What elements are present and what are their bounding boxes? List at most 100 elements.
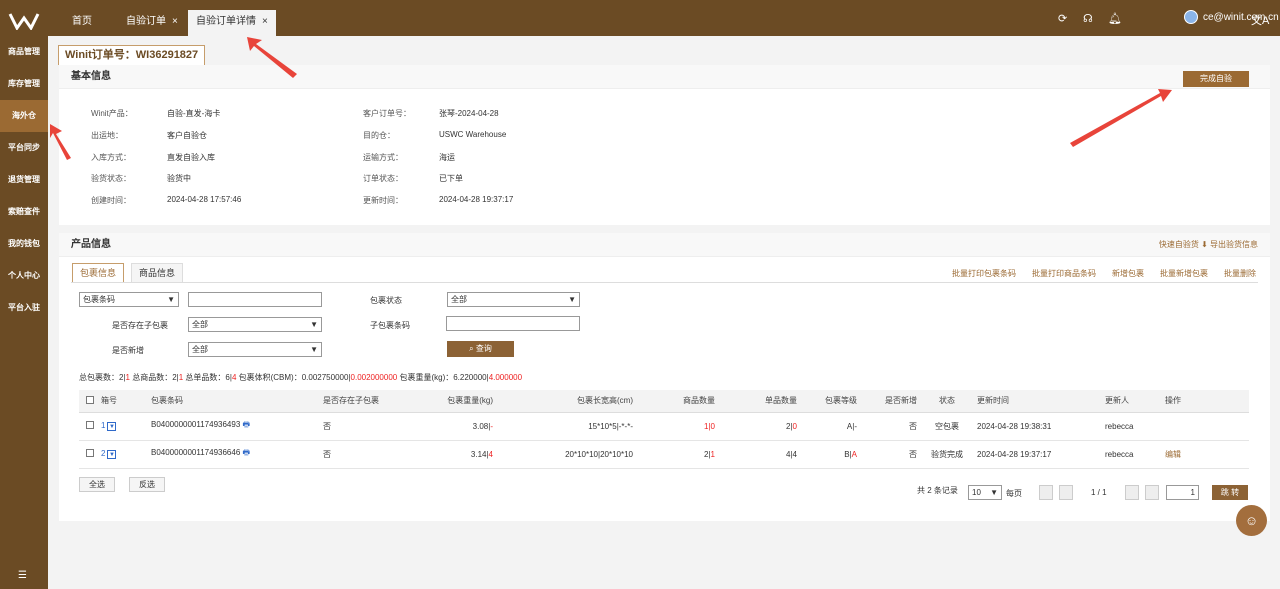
select-all-checkbox[interactable] <box>86 395 94 404</box>
sidebar-item-profile[interactable]: 个人中心 <box>0 260 48 292</box>
col-status: 状态 <box>917 390 977 413</box>
barcode-input[interactable] <box>188 292 322 307</box>
support-chat-icon[interactable]: ☺ <box>1236 505 1267 536</box>
edit-link[interactable]: 编辑 <box>1165 440 1249 469</box>
dims-value: 20*10*10|20*10*10 <box>493 440 633 469</box>
page-input[interactable]: 1 <box>1166 485 1199 500</box>
batch-print-package-barcode[interactable]: 批量打印包裹条码 <box>952 268 1016 279</box>
box-number-link[interactable]: 1 <box>101 421 105 430</box>
expand-icon[interactable]: ▼ <box>107 449 117 459</box>
is-new-select[interactable]: 全部 ▼ <box>188 342 322 357</box>
per-page-select[interactable]: 10 ▼ <box>968 485 1002 500</box>
info-product: Winit产品： <box>91 109 133 118</box>
is-new-value: 否 <box>857 412 917 441</box>
batch-print-goods-barcode[interactable]: 批量打印商品条码 <box>1032 268 1096 279</box>
quick-check-link[interactable]: 快速自验货 <box>1159 240 1199 249</box>
info-customer-order-value: 张琴-2024-04-28 <box>439 109 499 118</box>
page-indicator: 1 / 1 <box>1091 488 1107 497</box>
order-number-tab: Winit订单号：WI36291827 <box>58 45 206 65</box>
add-package-button[interactable]: 新增包裹 <box>1112 268 1144 279</box>
tab-package-info[interactable]: 包裹信息 <box>72 263 125 283</box>
col-is-new: 是否新增 <box>857 390 917 413</box>
prev-page-button[interactable] <box>1059 485 1073 500</box>
tab-home[interactable]: 首页 <box>64 10 100 36</box>
jump-button[interactable]: 跳 转 <box>1212 485 1248 500</box>
export-icon: ⬇ <box>1201 240 1208 249</box>
divider <box>71 282 1258 283</box>
chevron-down-icon: ▼ <box>990 488 998 497</box>
has-sub-package-select[interactable]: 全部 ▼ <box>188 317 322 332</box>
row-checkbox[interactable] <box>86 421 94 429</box>
sidebar-item-overseas-warehouse[interactable]: 海外仓 <box>0 100 48 132</box>
package-summary: 总包裹数：2|1 总商品数：2|1 总单品数：6|4 包裹体积(CBM)：0.0… <box>79 373 523 382</box>
sidebar-item-products[interactable]: 商品管理 <box>0 36 48 68</box>
select-all-button[interactable]: 全选 <box>79 477 115 492</box>
print-icon[interactable]: 🖶︎ <box>243 420 251 429</box>
col-weight: 包裹重量(kg) <box>423 390 493 413</box>
sub-barcode-input[interactable] <box>446 316 580 331</box>
product-info-panel: 产品信息 快速自验货 ⬇ 导出验货信息 包裹信息 商品信息 批量打印包裹条码 批… <box>59 233 1270 521</box>
tab-self-check-orders[interactable]: 首页自验订单× <box>118 10 186 36</box>
info-inbound: 入库方式： <box>91 153 131 162</box>
close-icon[interactable]: × <box>172 16 178 27</box>
sidebar-item-wallet[interactable]: 我的钱包 <box>0 228 48 260</box>
refresh-icon[interactable]: ⟳ <box>1058 12 1067 25</box>
info-check-status: 验货状态： <box>91 174 131 183</box>
info-order-status-value: 已下单 <box>439 174 463 183</box>
search-button[interactable]: ⌕ 查询 <box>447 341 514 357</box>
row-checkbox[interactable] <box>86 449 94 457</box>
table-row: 2 ▼ B0400000001174936646 🖶︎ 否 3.14|4 20*1… <box>79 440 1249 469</box>
per-page-label: 每页 <box>1006 489 1022 498</box>
batch-delete-button[interactable]: 批量删除 <box>1224 268 1256 279</box>
tab-self-check-order-detail[interactable]: 自验订单详情 × <box>188 10 276 36</box>
status-value: 验货完成 <box>917 440 977 469</box>
info-order-status: 订单状态： <box>363 174 403 183</box>
pagination: 共 2 条记录 <box>917 485 958 496</box>
package-table: 箱号 包裹条码 是否存在子包裹 包裹重量(kg) 包裹长宽高(cm) 商品数量 … <box>79 390 1249 469</box>
is-new-value: 否 <box>857 440 917 469</box>
bell-icon[interactable]: 🔔︎ <box>1108 12 1122 25</box>
info-created-value: 2024-04-28 17:57:46 <box>167 195 242 204</box>
row-action[interactable] <box>1165 412 1249 441</box>
first-page-button[interactable] <box>1039 485 1053 500</box>
box-number-link[interactable]: 2 <box>101 449 105 458</box>
col-updater: 更新人 <box>1105 390 1165 413</box>
sidebar-item-returns[interactable]: 退货管理 <box>0 164 48 196</box>
complete-check-button[interactable]: 完成自验 <box>1183 71 1249 87</box>
updated-value: 2024-04-28 19:38:31 <box>977 412 1105 441</box>
col-box: 箱号 <box>101 390 151 413</box>
last-page-button[interactable] <box>1145 485 1159 500</box>
expand-icon[interactable]: ▼ <box>107 421 117 431</box>
close-icon[interactable]: × <box>262 16 268 27</box>
invert-selection-button[interactable]: 反选 <box>129 477 165 492</box>
updated-value: 2024-04-28 19:37:17 <box>977 440 1105 469</box>
translate-icon[interactable]: 文A <box>1251 12 1269 28</box>
barcode-type-select[interactable]: 包裹条码 ▼ <box>79 292 179 307</box>
info-updated-value: 2024-04-28 19:37:17 <box>439 195 514 204</box>
app-root: 商品管理 库存管理 海外仓 平台同步 退货管理 索赔查件 我的钱包 个人中心 平… <box>0 0 1280 589</box>
winit-logo <box>8 13 40 30</box>
headset-icon[interactable]: ☊ <box>1083 12 1093 25</box>
print-icon[interactable]: 🖶︎ <box>243 448 251 457</box>
sidebar-item-platform-join[interactable]: 平台入驻 <box>0 292 48 324</box>
has-sub-value: 否 <box>323 440 423 469</box>
sidebar: 商品管理 库存管理 海外仓 平台同步 退货管理 索赔查件 我的钱包 个人中心 平… <box>0 0 48 589</box>
col-updated: 更新时间 <box>977 390 1105 413</box>
info-updated: 更新时间： <box>363 196 403 205</box>
sidebar-item-claims[interactable]: 索赔查件 <box>0 196 48 228</box>
sidebar-item-inventory[interactable]: 库存管理 <box>0 68 48 100</box>
package-barcode: B0400000001174936646 <box>151 448 241 457</box>
col-grade: 包裹等级 <box>797 390 857 413</box>
export-check-info-link[interactable]: 导出验货信息 <box>1210 240 1258 249</box>
package-status-select[interactable]: 全部 ▼ <box>447 292 580 307</box>
basic-info-title: 基本信息 <box>59 65 1270 89</box>
table-header: 箱号 包裹条码 是否存在子包裹 包裹重量(kg) 包裹长宽高(cm) 商品数量 … <box>79 390 1249 413</box>
sub-barcode-label: 子包裹条码 <box>370 321 410 330</box>
menu-collapse-icon[interactable]: ☰ <box>18 570 27 581</box>
info-created: 创建时间： <box>91 196 131 205</box>
next-page-button[interactable] <box>1125 485 1139 500</box>
batch-add-package-button[interactable]: 批量新增包裹 <box>1160 268 1208 279</box>
info-destination-value: USWC Warehouse <box>439 130 507 139</box>
tab-goods-info[interactable]: 商品信息 <box>131 263 184 283</box>
sidebar-item-platform-sync[interactable]: 平台同步 <box>0 132 48 164</box>
